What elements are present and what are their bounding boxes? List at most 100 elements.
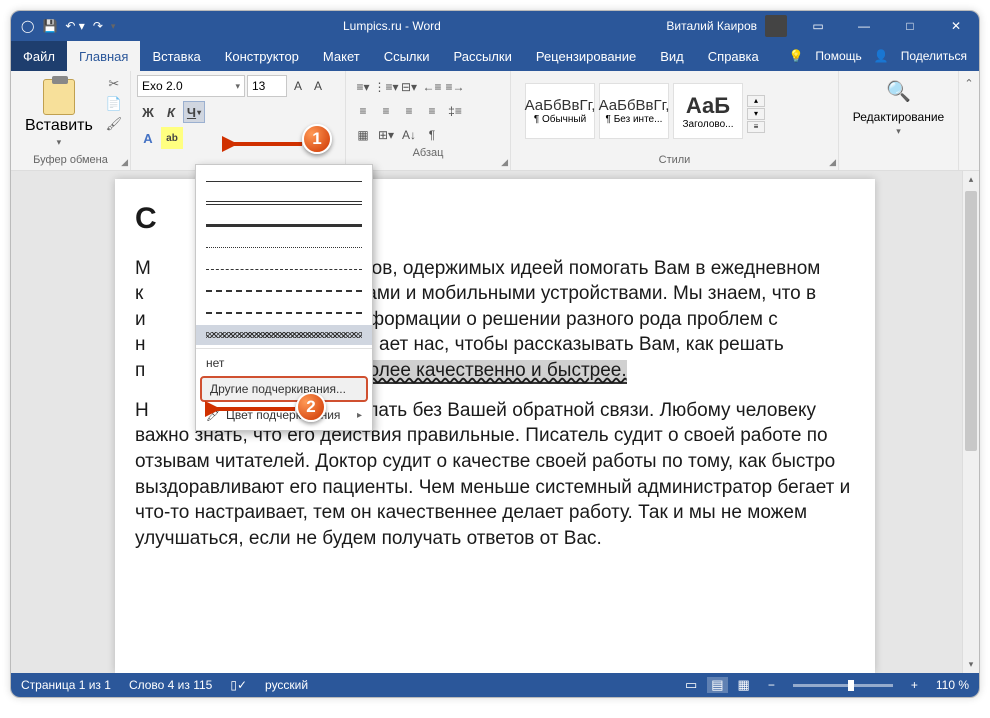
justify-button[interactable]: ≡: [421, 101, 443, 121]
zoom-slider[interactable]: [793, 684, 893, 687]
underline-style-dashed[interactable]: [206, 259, 362, 279]
underline-button[interactable]: Ч▾: [183, 101, 205, 123]
proofing-icon[interactable]: ▯✓: [230, 678, 247, 692]
selected-underlined-text[interactable]: более качественно и быстрее.: [358, 360, 627, 384]
scroll-thumb[interactable]: [965, 191, 977, 451]
print-layout-icon[interactable]: ▤: [707, 677, 727, 693]
tab-design[interactable]: Конструктор: [213, 41, 311, 71]
page-indicator[interactable]: Страница 1 из 1: [21, 678, 111, 692]
titlebar: ◯ 💾 ↶ ▾ ↷ ▾ Lumpics.ru - Word Виталий Ка…: [11, 11, 979, 41]
align-center-button[interactable]: ≡: [375, 101, 397, 121]
borders-button[interactable]: ⊞▾: [375, 125, 397, 145]
language-indicator[interactable]: русский: [265, 678, 308, 692]
underline-style-dotted[interactable]: [206, 237, 362, 257]
style-normal[interactable]: АаБбВвГг, ¶ Обычный: [525, 83, 595, 139]
align-right-button[interactable]: ≡: [398, 101, 420, 121]
grow-font-button[interactable]: A: [289, 75, 307, 97]
autosave-toggle[interactable]: ◯: [21, 19, 34, 33]
multilevel-button[interactable]: ⊟▾: [398, 77, 420, 97]
styles-launcher[interactable]: ◢: [829, 157, 836, 168]
highlight-button[interactable]: ab: [161, 127, 183, 149]
tab-layout[interactable]: Макет: [311, 41, 372, 71]
maximize-button[interactable]: □: [887, 11, 933, 41]
user-avatar[interactable]: [765, 15, 787, 37]
increase-indent-button[interactable]: ≡→: [444, 77, 466, 97]
style-preview: АаБбВвГг,: [599, 97, 670, 114]
style-preview: АаБ: [686, 93, 730, 119]
zoom-level[interactable]: 110 %: [936, 678, 969, 692]
sort-button[interactable]: A↓: [398, 125, 420, 145]
save-icon[interactable]: 💾: [42, 19, 57, 33]
shrink-font-button[interactable]: A: [309, 75, 327, 97]
tab-mailings[interactable]: Рассылки: [441, 41, 523, 71]
redo-icon[interactable]: ↷: [93, 19, 103, 33]
font-size-combo[interactable]: 13: [247, 75, 287, 97]
tab-insert[interactable]: Вставка: [140, 41, 212, 71]
underline-dropdown: нет Другие подчеркивания... 🖊 Цвет подче…: [195, 164, 373, 431]
vertical-scrollbar[interactable]: ▴ ▾: [962, 171, 979, 673]
show-marks-button[interactable]: ¶: [421, 125, 443, 145]
bullets-button[interactable]: ≡▾: [352, 77, 374, 97]
share-button[interactable]: Поделиться: [901, 49, 967, 63]
paste-label: Вставить: [25, 117, 93, 135]
style-no-spacing[interactable]: АаБбВвГг, ¶ Без инте...: [599, 83, 669, 139]
bold-button[interactable]: Ж: [137, 101, 159, 123]
underline-label: Ч: [187, 105, 196, 120]
collapse-ribbon-button[interactable]: ⌃: [964, 77, 973, 90]
shading-button[interactable]: ▦: [352, 125, 374, 145]
font-name-combo[interactable]: Exo 2.0 ▾: [137, 75, 245, 97]
align-left-button[interactable]: ≡: [352, 101, 374, 121]
underline-style-dashdot[interactable]: [206, 303, 362, 323]
user-name[interactable]: Виталий Каиров: [666, 19, 757, 33]
underline-style-double[interactable]: [206, 193, 362, 213]
undo-icon[interactable]: ↶ ▾: [65, 19, 84, 33]
style-name: Заголово...: [683, 119, 734, 130]
editing-label[interactable]: Редактирование: [853, 110, 944, 124]
tell-me[interactable]: Помощь: [815, 49, 861, 63]
clipboard-launcher[interactable]: ◢: [121, 157, 128, 168]
underline-style-single[interactable]: [206, 171, 362, 191]
find-icon[interactable]: 🔍: [886, 79, 911, 104]
decrease-indent-button[interactable]: ←≡: [421, 77, 443, 97]
zoom-in-button[interactable]: +: [911, 678, 918, 692]
tab-references[interactable]: Ссылки: [372, 41, 442, 71]
style-heading[interactable]: АаБ Заголово...: [673, 83, 743, 139]
format-painter-icon[interactable]: 🖌: [105, 115, 123, 133]
paragraph-launcher[interactable]: ◢: [501, 157, 508, 168]
font-name-value: Exo 2.0: [142, 79, 183, 93]
tab-home[interactable]: Главная: [67, 41, 140, 71]
tab-review[interactable]: Рецензирование: [524, 41, 648, 71]
minimize-button[interactable]: —: [841, 11, 887, 41]
ribbon-display-button[interactable]: ▭: [795, 11, 841, 41]
scroll-down-icon[interactable]: ▾: [963, 656, 979, 673]
statusbar: Страница 1 из 1 Слово 4 из 115 ▯✓ русски…: [11, 673, 979, 697]
word-count[interactable]: Слово 4 из 115: [129, 678, 212, 692]
line-spacing-button[interactable]: ‡≡: [444, 101, 466, 121]
close-button[interactable]: ✕: [933, 11, 979, 41]
text-effects-button[interactable]: A: [137, 127, 159, 149]
numbering-button[interactable]: ⋮≡▾: [375, 77, 397, 97]
qat-more[interactable]: ▾: [111, 21, 116, 32]
scroll-up-icon[interactable]: ▴: [963, 171, 979, 188]
zoom-out-button[interactable]: −: [768, 678, 775, 692]
styles-group-label: Стили: [517, 152, 832, 166]
tab-help[interactable]: Справка: [696, 41, 771, 71]
tab-view[interactable]: Вид: [648, 41, 696, 71]
annotation-badge-2: 2: [296, 392, 326, 422]
underline-style-dashlong[interactable]: [206, 281, 362, 301]
more-underlines-label: Другие подчеркивания...: [210, 382, 346, 396]
read-mode-icon[interactable]: ▭: [685, 677, 697, 693]
cut-icon[interactable]: ✂: [105, 75, 123, 93]
copy-icon[interactable]: 📄: [105, 95, 123, 113]
underline-style-wavy[interactable]: [196, 325, 372, 345]
underline-style-thick[interactable]: [206, 215, 362, 235]
ribbon-tabs: Файл Главная Вставка Конструктор Макет С…: [11, 41, 979, 71]
web-layout-icon[interactable]: ▦: [738, 677, 750, 693]
paste-button[interactable]: Вставить ▾: [17, 75, 101, 152]
annotation-arrow-1: [222, 134, 307, 154]
styles-scroll[interactable]: ▴▾≡: [747, 83, 765, 144]
underline-none[interactable]: нет: [196, 352, 372, 374]
more-underlines[interactable]: Другие подчеркивания...: [200, 376, 368, 402]
tab-file[interactable]: Файл: [11, 41, 67, 71]
italic-button[interactable]: К: [160, 101, 182, 123]
